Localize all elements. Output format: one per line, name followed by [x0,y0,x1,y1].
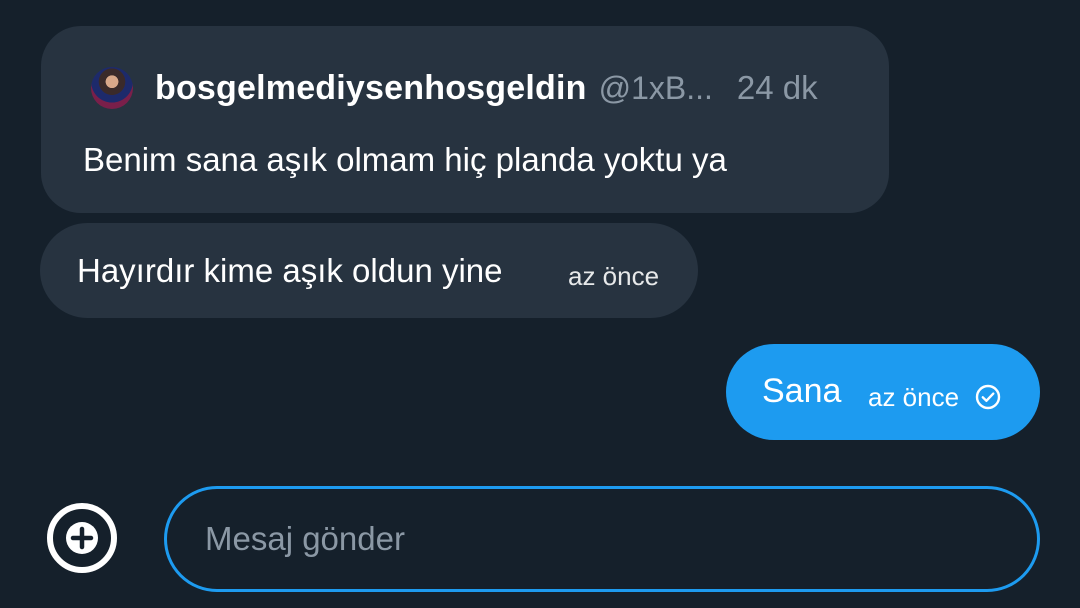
quoted-author-name[interactable]: bosgelmediysenhosgeldin [155,69,587,108]
sent-message-text: Sana [762,372,842,410]
message-composer[interactable] [164,486,1040,592]
quoted-tweet-time: 24 dk [736,69,818,106]
avatar[interactable] [91,67,133,109]
message-input[interactable] [205,489,1005,589]
quoted-tweet-text: Benim sana aşık olmam hiç planda yoktu y… [83,141,727,178]
sent-message-time: az önce [868,382,960,412]
quoted-author-handle: @1xB... [598,69,713,106]
received-message-text: Hayırdır kime aşık oldun yine [77,252,503,289]
dm-conversation-screen: bosgelmediysenhosgeldin @1xB... 24 dk Be… [0,0,1080,608]
received-message-bubble[interactable]: Hayırdır kime aşık oldun yine az önce [40,223,698,318]
check-circle-icon [975,384,1001,410]
plus-circle-icon[interactable] [46,502,118,574]
quoted-tweet-header: bosgelmediysenhosgeldin @1xB... 24 dk [91,66,818,110]
received-message-time: az önce [568,261,660,291]
sent-message-bubble[interactable]: Sana az önce [726,344,1040,440]
quoted-tweet-bubble[interactable]: bosgelmediysenhosgeldin @1xB... 24 dk Be… [41,26,889,213]
